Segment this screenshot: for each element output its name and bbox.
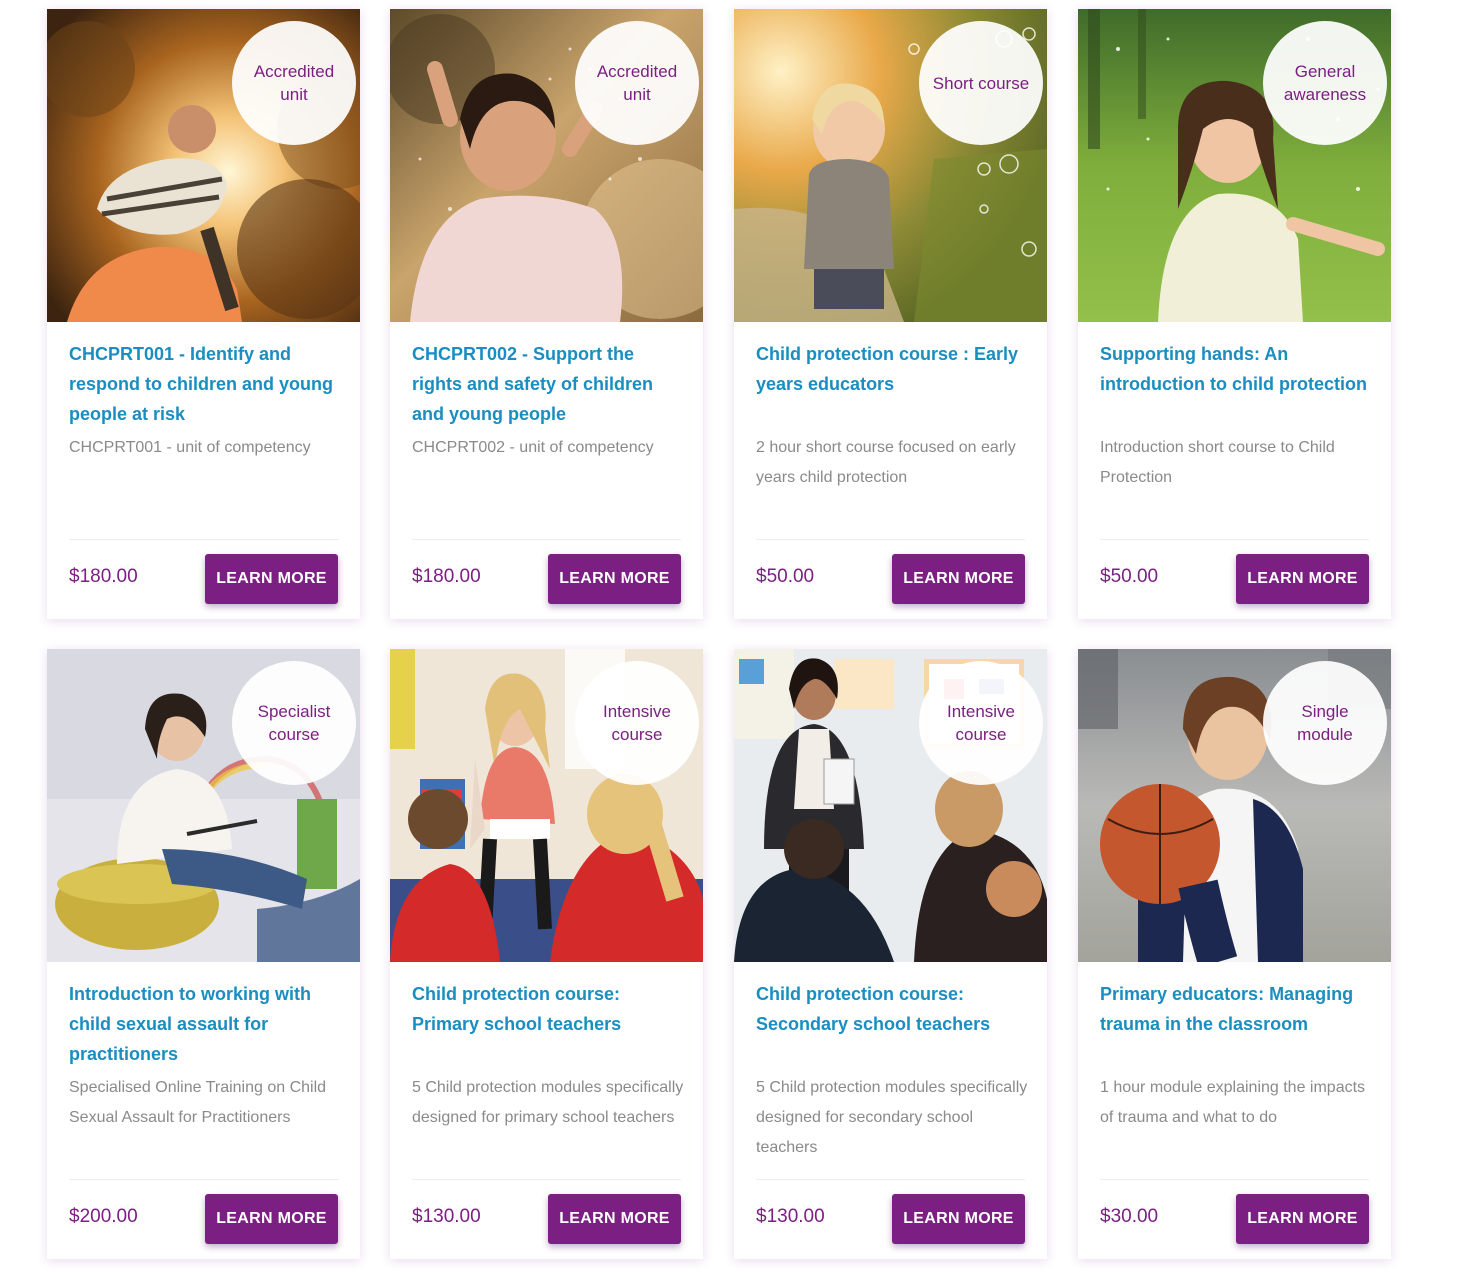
course-type-badge: Single module <box>1263 661 1387 785</box>
divider <box>1100 539 1369 540</box>
learn-more-button[interactable]: LEARN MORE <box>1236 554 1369 604</box>
course-description: 1 hour module explaining the impacts of … <box>1100 1079 1366 1126</box>
course-title[interactable]: Child protection course: Secondary schoo… <box>756 979 1032 1039</box>
course-card: Intensive course Child protection course… <box>390 649 703 1259</box>
divider <box>756 1179 1025 1180</box>
badge-label: Single module <box>1297 702 1353 744</box>
course-card: Specialist course Introduction to workin… <box>47 649 360 1259</box>
course-description: Specialised Online Training on Child Sex… <box>69 1079 327 1126</box>
course-price: $50.00 <box>1100 566 1159 587</box>
course-type-badge: Intensive course <box>575 661 699 785</box>
divider <box>1100 1179 1369 1180</box>
course-card: Intensive course Child protection course… <box>734 649 1047 1259</box>
course-card: Accredited unit CHCPRT001 - Identify and… <box>47 9 360 619</box>
divider <box>756 539 1025 540</box>
learn-more-button[interactable]: LEARN MORE <box>548 1194 681 1244</box>
course-price: $180.00 <box>412 566 481 587</box>
course-card: Single module Primary educators: Managin… <box>1078 649 1391 1259</box>
course-card: Short course Child protection course : E… <box>734 9 1047 619</box>
course-price: $50.00 <box>756 566 815 587</box>
course-card: General awareness Supporting hands: An i… <box>1078 9 1391 619</box>
badge-label: Accredited unit <box>596 62 678 104</box>
course-title[interactable]: Child protection course: Primary school … <box>412 979 688 1039</box>
badge-label: Intensive course <box>946 702 1016 744</box>
course-type-badge: Short course <box>919 21 1043 145</box>
course-price: $180.00 <box>69 566 138 587</box>
divider <box>412 539 681 540</box>
learn-more-button[interactable]: LEARN MORE <box>205 1194 338 1244</box>
course-type-badge: General awareness <box>1263 21 1387 145</box>
course-description: CHCPRT002 - unit of competency <box>412 439 654 456</box>
course-price: $200.00 <box>69 1206 138 1227</box>
badge-label: Short course <box>932 73 1030 93</box>
course-title[interactable]: Child protection course : Early years ed… <box>756 339 1032 399</box>
badge-label: Intensive course <box>602 702 672 744</box>
course-type-badge: Specialist course <box>232 661 356 785</box>
learn-more-button[interactable]: LEARN MORE <box>205 554 338 604</box>
course-title[interactable]: CHCPRT001 - Identify and respond to chil… <box>69 339 345 429</box>
course-type-badge: Accredited unit <box>232 21 356 145</box>
course-title[interactable]: Primary educators: Managing trauma in th… <box>1100 979 1376 1039</box>
divider <box>69 1179 338 1180</box>
badge-label: Specialist course <box>257 702 331 744</box>
course-description: 5 Child protection modules specifically … <box>412 1079 684 1126</box>
badge-label: Accredited unit <box>253 62 335 104</box>
course-description: 5 Child protection modules specifically … <box>756 1079 1028 1156</box>
course-card: Accredited unit CHCPRT002 - Support the … <box>390 9 703 619</box>
learn-more-button[interactable]: LEARN MORE <box>892 554 1025 604</box>
divider <box>69 539 338 540</box>
divider <box>412 1179 681 1180</box>
course-description: Introduction short course to Child Prote… <box>1100 439 1335 486</box>
learn-more-button[interactable]: LEARN MORE <box>548 554 681 604</box>
course-title[interactable]: CHCPRT002 - Support the rights and safet… <box>412 339 688 429</box>
course-description: 2 hour short course focused on early yea… <box>756 439 1016 486</box>
course-grid: Accredited unit CHCPRT001 - Identify and… <box>0 0 1468 1270</box>
badge-label: General awareness <box>1283 62 1367 104</box>
course-price: $30.00 <box>1100 1206 1159 1227</box>
course-type-badge: Intensive course <box>919 661 1043 785</box>
course-description: CHCPRT001 - unit of competency <box>69 439 311 456</box>
course-price: $130.00 <box>756 1206 825 1227</box>
course-title[interactable]: Supporting hands: An introduction to chi… <box>1100 339 1376 399</box>
learn-more-button[interactable]: LEARN MORE <box>1236 1194 1369 1244</box>
learn-more-button[interactable]: LEARN MORE <box>892 1194 1025 1244</box>
course-type-badge: Accredited unit <box>575 21 699 145</box>
course-price: $130.00 <box>412 1206 481 1227</box>
course-title[interactable]: Introduction to working with child sexua… <box>69 979 345 1069</box>
